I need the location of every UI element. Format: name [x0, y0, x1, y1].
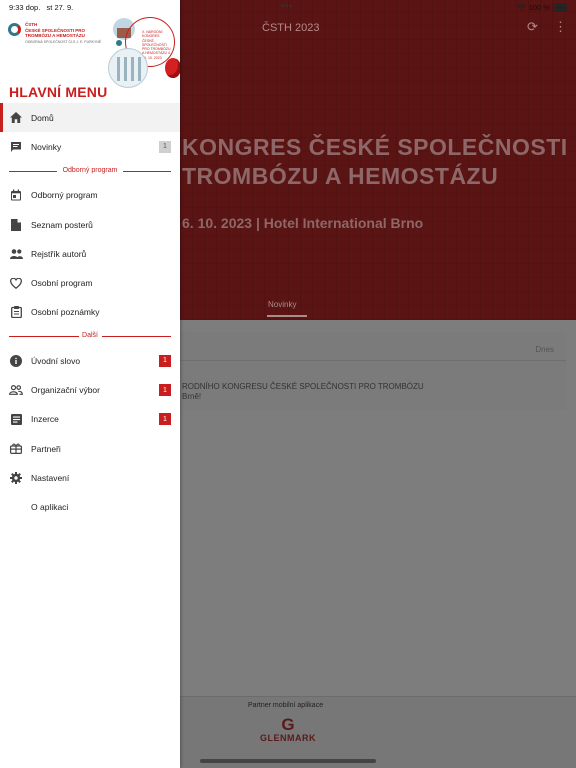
menu-item-inzerce[interactable]: Inzerce 1	[0, 405, 180, 434]
menu-item-partneri[interactable]: Partneři	[0, 434, 180, 463]
status-right: 100 %	[516, 3, 567, 12]
count-badge: 1	[159, 384, 171, 397]
news-date: Dnes	[535, 345, 554, 354]
decor-dot	[116, 40, 122, 46]
org-name: ČSTH ČESKÉ SPOLEČNOSTI PRO TROMBÓZU A HE…	[25, 22, 102, 44]
menu-item-domu[interactable]: Domů	[0, 103, 180, 133]
news-text-2: Brně!	[182, 392, 202, 401]
section-dalsi: Další	[0, 327, 180, 346]
section-odborny-program: Odborný program	[0, 162, 180, 181]
wifi-icon	[516, 4, 526, 11]
csth-logo	[8, 23, 21, 36]
partner-label: Partner mobilní aplikace	[248, 702, 324, 709]
chat-icon	[9, 140, 23, 154]
menu-item-uvodni-slovo[interactable]: Úvodní slovo 1	[0, 346, 180, 375]
menu-item-odborny-program[interactable]: Odborný program	[0, 181, 180, 210]
people-icon	[9, 247, 23, 261]
divider	[180, 360, 566, 361]
count-badge: 1	[159, 413, 171, 426]
heart-icon	[9, 276, 23, 290]
menu-item-rejstrik-autoru[interactable]: Rejstřík autorů	[0, 239, 180, 268]
clipboard-icon	[9, 305, 23, 319]
group-icon	[9, 383, 23, 397]
status-bar: 9:33 dop. st 27. 9. ••• 100 %	[0, 0, 576, 14]
document-icon	[9, 218, 23, 232]
menu-title: HLAVNÍ MENU	[9, 84, 108, 100]
calendar-icon	[9, 188, 23, 202]
article-icon	[9, 412, 23, 426]
event-title-line1: KONGRES ČESKÉ SPOLEČNOSTI	[182, 134, 568, 160]
count-badge: 1	[159, 140, 171, 153]
settings-icon	[9, 471, 23, 485]
lab-glass-image	[108, 48, 148, 88]
news-card[interactable]: Dnes RODNÍHO KONGRESU ČESKÉ SPOLEČNOSTI …	[180, 332, 566, 410]
menu-item-o-aplikaci[interactable]: O aplikaci	[0, 493, 180, 522]
multitasking-dots[interactable]: •••	[281, 1, 293, 11]
battery-icon	[553, 4, 567, 11]
menu-item-nastaveni[interactable]: Nastavení	[0, 463, 180, 492]
status-time: 9:33 dop. st 27. 9.	[9, 3, 74, 12]
menu-item-osobni-program[interactable]: Osobní program	[0, 268, 180, 297]
tab-novinky[interactable]: Novinky	[268, 300, 296, 309]
glenmark-logo[interactable]: G GLENMARK	[256, 716, 320, 743]
news-text: RODNÍHO KONGRESU ČESKÉ SPOLEČNOSTI PRO T…	[182, 382, 424, 391]
menu-item-osobni-poznamky[interactable]: Osobní poznámky	[0, 298, 180, 327]
blood-cell-image	[165, 58, 180, 78]
event-date-venue: 6. 10. 2023 | Hotel International Brno	[182, 215, 424, 231]
navigation-drawer: ČSTH ČESKÉ SPOLEČNOSTI PRO TROMBÓZU A HE…	[0, 0, 180, 768]
menu-item-seznam-posteru[interactable]: Seznam posterů	[0, 210, 180, 239]
tab-indicator	[267, 315, 307, 317]
home-icon	[9, 111, 23, 125]
menu-list: Domů Novinky 1 Odborný program Odborný p…	[0, 103, 180, 522]
info-icon	[9, 354, 23, 368]
app-title: ČSTH 2023	[262, 22, 320, 34]
menu-item-organizacni-vybor[interactable]: Organizační výbor 1	[0, 375, 180, 404]
home-indicator[interactable]	[200, 759, 376, 763]
refresh-icon[interactable]: ⟳	[527, 19, 538, 35]
count-badge: 1	[159, 354, 171, 367]
more-icon[interactable]: ⋮	[554, 19, 567, 35]
battery-percent: 100 %	[528, 3, 550, 12]
menu-item-novinky[interactable]: Novinky 1	[0, 132, 180, 161]
gift-icon	[9, 442, 23, 456]
event-title-line2: TROMBÓZU A HEMOSTÁZU	[182, 163, 499, 189]
